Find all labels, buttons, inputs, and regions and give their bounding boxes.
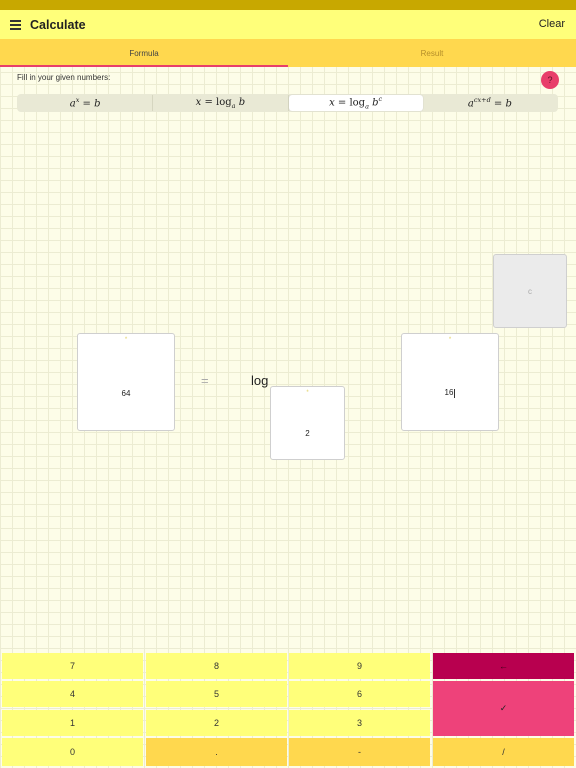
key-7[interactable]: 7 [2, 653, 143, 679]
key-minus[interactable]: - [289, 738, 430, 766]
key-1[interactable]: 1 [2, 710, 143, 736]
base-input[interactable]: * 2 [270, 386, 345, 460]
instruction-text: Fill in your given numbers: [17, 73, 111, 82]
key-divide[interactable]: / [433, 738, 574, 766]
power-value-wrap: 16 [444, 388, 456, 398]
keypad: 7 8 9 ← 4 5 6 ✓ 1 2 3 0 . - / [0, 651, 576, 768]
input-marker: * [448, 337, 452, 343]
input-marker: * [124, 337, 128, 343]
power-input[interactable]: * 16 [401, 333, 499, 431]
tab-bar: Formula Result [0, 39, 576, 67]
log-label: log [251, 373, 269, 388]
formula-option-log[interactable]: x = loga b [153, 95, 289, 111]
tab-formula[interactable]: Formula [0, 39, 288, 67]
key-4[interactable]: 4 [2, 681, 143, 707]
formula-selector: ax = b x = loga b x = loga bc acx+d = b [17, 94, 558, 112]
key-2[interactable]: 2 [146, 710, 287, 736]
text-caret [454, 388, 456, 398]
key-3[interactable]: 3 [289, 710, 430, 736]
key-0[interactable]: 0 [2, 738, 143, 766]
input-marker: * [306, 390, 309, 396]
clear-button[interactable]: Clear [539, 18, 565, 30]
b-value-input[interactable]: * 64 [77, 333, 175, 431]
formula-option-exponential[interactable]: ax = b [18, 95, 154, 111]
exponent-c-input[interactable]: c [493, 254, 567, 328]
key-5[interactable]: 5 [146, 681, 287, 707]
help-button[interactable]: ? [541, 71, 559, 89]
page-title: Calculate [30, 17, 86, 32]
equals-sign: = [201, 373, 209, 388]
status-bar [0, 0, 576, 10]
key-9[interactable]: 9 [289, 653, 430, 679]
key-decimal[interactable]: . [146, 738, 287, 766]
menu-icon[interactable] [10, 20, 21, 30]
exponent-c-placeholder: c [528, 286, 532, 296]
app-bar: Calculate Clear [0, 10, 576, 39]
key-8[interactable]: 8 [146, 653, 287, 679]
base-value: 2 [305, 428, 310, 438]
key-6[interactable]: 6 [289, 681, 430, 707]
b-value: 64 [121, 388, 131, 398]
backspace-key[interactable]: ← [433, 653, 574, 679]
tab-result[interactable]: Result [288, 39, 576, 67]
formula-option-log-power[interactable]: x = loga bc [288, 95, 423, 111]
power-value: 16 [444, 388, 454, 398]
confirm-key[interactable]: ✓ [433, 681, 574, 736]
formula-option-exponential-linear[interactable]: acx+d = b [423, 95, 557, 111]
